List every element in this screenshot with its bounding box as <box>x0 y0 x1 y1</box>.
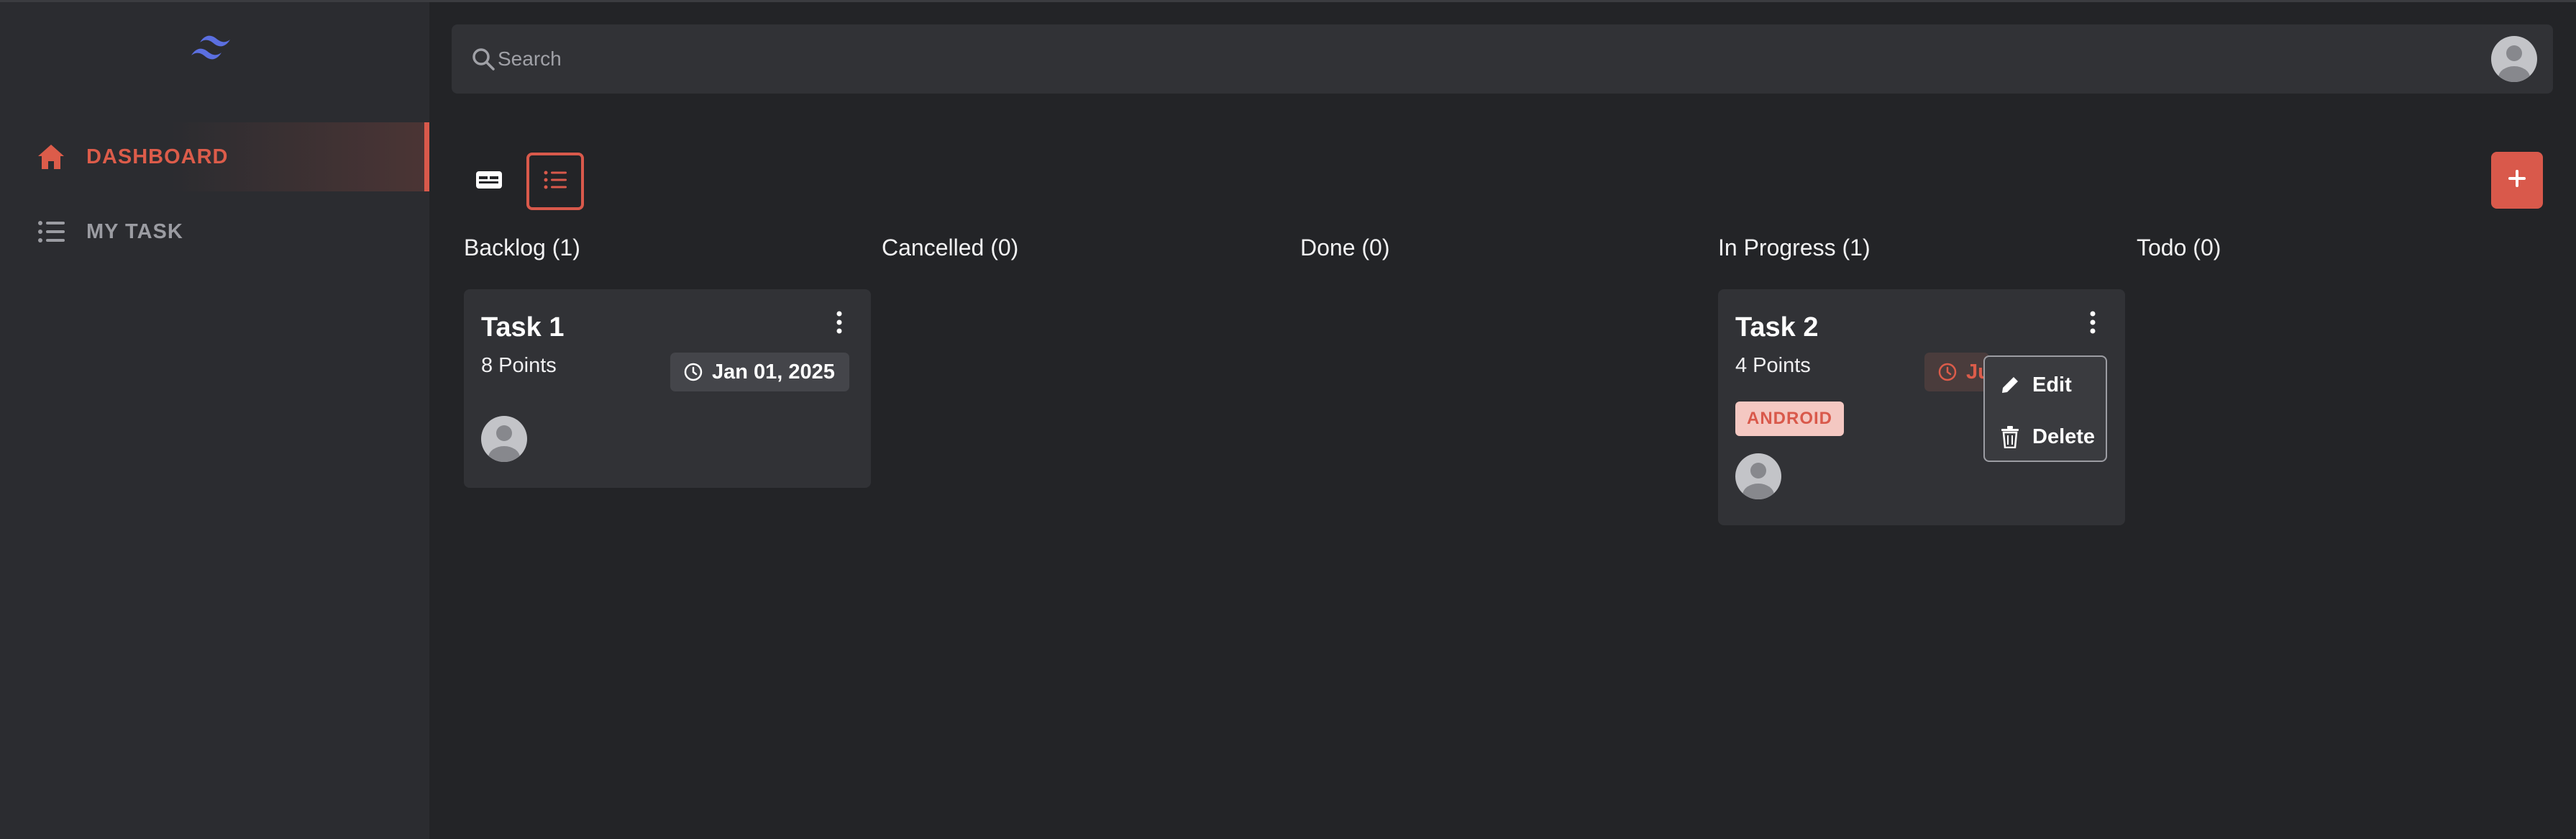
column-header-todo: Todo (0) <box>2137 235 2221 260</box>
edit-label: Edit <box>2032 373 2072 396</box>
sidebar-item-my-task[interactable]: MY TASK <box>0 197 429 266</box>
search-icon <box>470 46 496 72</box>
home-icon <box>36 142 66 172</box>
task-points: 8 Points <box>481 354 557 377</box>
column-header-cancelled: Cancelled (0) <box>882 235 1019 260</box>
column-header-backlog: Backlog (1) <box>464 235 580 260</box>
task-points: 4 Points <box>1735 354 1811 377</box>
clock-icon <box>683 362 703 382</box>
due-date-badge: Jan 01, 2025 <box>670 353 849 391</box>
more-options-icon[interactable] <box>831 305 848 340</box>
tailwind-logo-icon[interactable] <box>186 28 242 68</box>
more-options-icon[interactable] <box>2084 305 2101 340</box>
task-title: Task 1 <box>481 312 565 343</box>
task-options-menu: Edit Delete <box>1983 355 2107 462</box>
plus-icon <box>2506 168 2528 193</box>
due-date-text: Jan 01, 2025 <box>712 360 835 384</box>
list-icon <box>36 217 66 247</box>
pencil-icon <box>1998 373 2022 397</box>
list-view-button[interactable] <box>526 153 584 210</box>
user-avatar[interactable] <box>2491 36 2537 82</box>
tag-badge: ANDROID <box>1735 402 1844 436</box>
board-view-icon <box>475 169 503 194</box>
list-view-icon <box>543 169 567 194</box>
sidebar-item-label: MY TASK <box>86 219 183 243</box>
sidebar-item-dashboard[interactable]: DASHBOARD <box>0 122 429 191</box>
board-view-button[interactable] <box>460 153 518 210</box>
clock-icon <box>1937 362 1958 382</box>
column-header-in-progress: In Progress (1) <box>1718 235 1871 260</box>
edit-menu-item[interactable]: Edit <box>1998 367 2106 403</box>
assignee-avatar[interactable] <box>1735 453 1781 499</box>
delete-label: Delete <box>2032 425 2096 448</box>
task-card[interactable]: Task 1 8 Points Jan 01, 2025 <box>464 289 871 488</box>
search-input[interactable] <box>498 40 2439 78</box>
assignee-avatar[interactable] <box>481 416 527 462</box>
task-title: Task 2 <box>1735 312 1819 343</box>
delete-menu-item[interactable]: Delete <box>1998 419 2106 455</box>
sidebar-item-label: DASHBOARD <box>86 145 229 168</box>
trash-icon <box>1998 425 2022 449</box>
sidebar: DASHBOARD MY TASK <box>0 2 429 839</box>
add-task-button[interactable] <box>2491 152 2543 209</box>
due-date-badge: Ju <box>1924 353 1989 391</box>
search-bar <box>452 24 2553 94</box>
column-header-done: Done (0) <box>1300 235 1390 260</box>
